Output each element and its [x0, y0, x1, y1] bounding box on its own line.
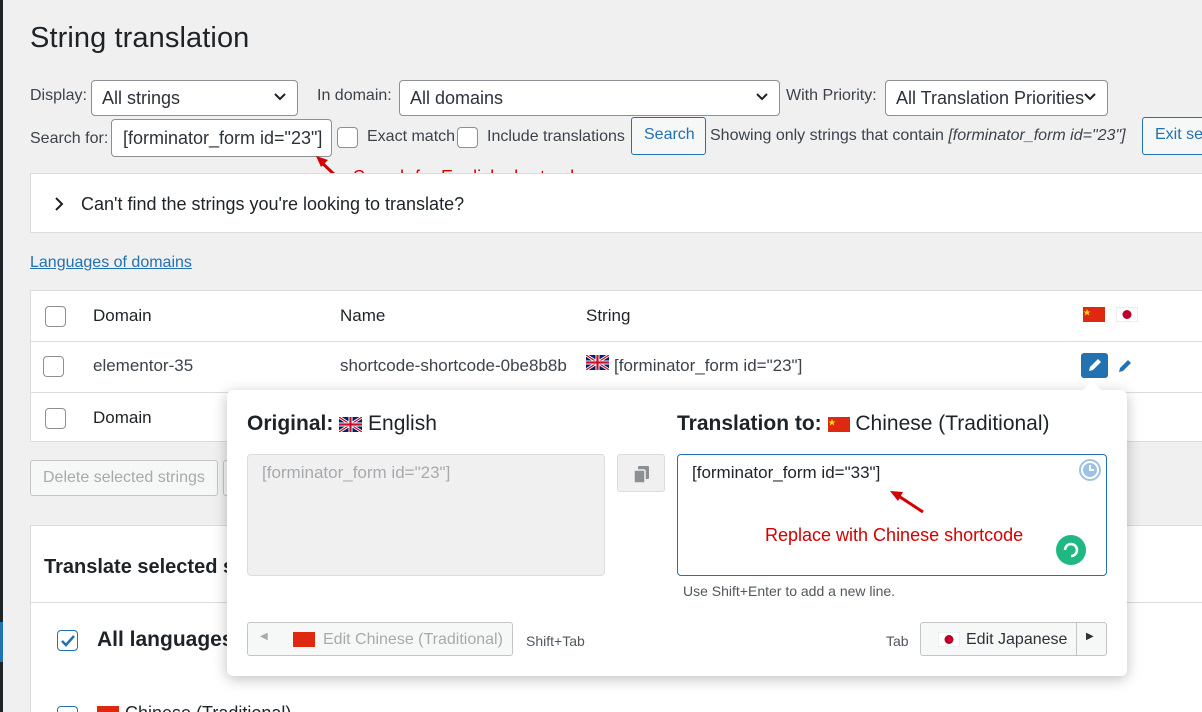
search-status: Showing only strings that contain [formi…: [710, 127, 1126, 144]
admin-sidebar-edge: [0, 0, 3, 712]
page-title: String translation: [30, 22, 250, 54]
cn-flag-icon: [1083, 307, 1105, 322]
next-language-button[interactable]: Edit Japanese ▶: [920, 622, 1107, 656]
all-languages-checkbox[interactable]: [57, 630, 78, 651]
priority-select[interactable]: All Translation Priorities: [885, 80, 1108, 116]
chevron-down-icon: [756, 93, 768, 101]
languages-of-domains-link[interactable]: Languages of domains: [30, 254, 192, 272]
cant-find-panel[interactable]: Can't find the strings you're looking to…: [30, 173, 1202, 233]
include-translations-label: Include translations: [487, 128, 625, 145]
header-string[interactable]: String: [586, 306, 630, 326]
jp-flag-icon: [938, 632, 960, 647]
search-label: Search for:: [30, 130, 109, 147]
arrow-icon: [890, 491, 924, 514]
domain-select[interactable]: All domains: [399, 80, 780, 116]
chevron-down-icon: [1084, 93, 1096, 101]
check-icon: [61, 635, 75, 647]
chinese-label: Chinese (Traditional): [125, 703, 291, 712]
footer-domain[interactable]: Domain: [93, 408, 152, 428]
row-string: [forminator_form id="23"]: [614, 356, 803, 375]
exact-match-checkbox[interactable]: [337, 127, 358, 148]
popup-pointer: [1082, 381, 1102, 391]
translation-popup: Original: English Translation to: Chines…: [227, 381, 1127, 676]
search-input[interactable]: [forminator_form id="23"]: [111, 119, 332, 157]
newline-hint: Use Shift+Enter to add a new line.: [683, 583, 896, 599]
next-shortcut: Tab: [886, 633, 909, 649]
cant-find-label: Can't find the strings you're looking to…: [81, 194, 465, 214]
jp-flag-icon: [1116, 307, 1138, 322]
original-text-area: [forminator_form id="23"]: [247, 454, 605, 576]
edit-chinese-button[interactable]: [1081, 353, 1108, 378]
prev-shortcut: Shift+Tab: [526, 633, 585, 649]
chinese-checkbox[interactable]: [57, 706, 78, 712]
clock-icon[interactable]: [1078, 458, 1102, 482]
delete-selected-button[interactable]: Delete selected strings: [30, 460, 218, 496]
arrow-left-icon: ◀: [260, 631, 268, 642]
chevron-down-icon: [274, 93, 286, 101]
priority-label: With Priority:: [786, 87, 877, 104]
copy-original-button[interactable]: [617, 454, 665, 492]
row-checkbox[interactable]: [43, 356, 64, 377]
cn-flag-icon: [293, 632, 315, 647]
uk-flag-icon: [586, 355, 609, 370]
select-all-checkbox[interactable]: [45, 306, 66, 327]
prev-language-button[interactable]: ◀ Edit Chinese (Traditional): [247, 622, 513, 656]
translate-selected-title: Translate selected s: [44, 556, 235, 578]
footer-select-all-checkbox[interactable]: [45, 408, 66, 429]
translation-heading: Translation to: Chinese (Traditional): [677, 412, 1050, 435]
cn-flag-icon: [97, 706, 119, 712]
chevron-right-icon: [55, 197, 64, 211]
original-heading: Original: English: [247, 412, 437, 435]
header-name[interactable]: Name: [340, 306, 385, 326]
include-translations-checkbox[interactable]: [457, 127, 478, 148]
row-domain: elementor-35: [93, 356, 194, 375]
row-name: shortcode-shortcode-0be8b8b: [340, 356, 567, 375]
replace-annotation: Replace with Chinese shortcode: [765, 525, 1024, 545]
display-label: Display:: [30, 87, 87, 104]
arrow-right-icon: ▶: [1086, 631, 1094, 642]
exit-search-button[interactable]: Exit sea: [1142, 117, 1202, 155]
copy-icon: [633, 466, 649, 483]
spinner-icon: [1056, 535, 1086, 565]
exact-match-label: Exact match: [367, 128, 456, 145]
uk-flag-icon: [339, 416, 363, 432]
all-languages-label: All languages: [97, 628, 234, 651]
header-domain[interactable]: Domain: [93, 306, 152, 326]
pencil-icon: [1089, 359, 1101, 371]
pencil-icon[interactable]: [1116, 358, 1133, 375]
display-select[interactable]: All strings: [91, 80, 298, 116]
search-button[interactable]: Search: [631, 117, 706, 155]
domain-label: In domain:: [317, 87, 392, 104]
cn-flag-icon: [827, 416, 850, 432]
